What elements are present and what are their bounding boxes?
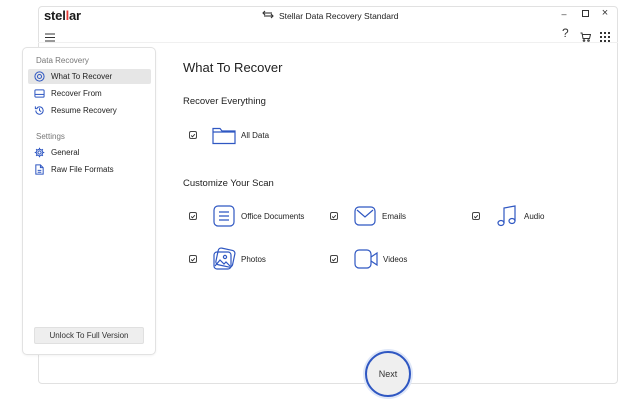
audio-checkbox[interactable] <box>472 212 480 220</box>
sidebar-section-data-recovery: Data Recovery <box>36 56 89 65</box>
unlock-full-version-button[interactable]: Unlock To Full Version <box>34 327 144 344</box>
folder-icon <box>212 125 236 145</box>
window-title: Stellar Data Recovery Standard <box>262 10 399 21</box>
apps-grid-icon[interactable] <box>600 29 610 47</box>
history-icon <box>34 106 44 115</box>
sidebar-item-resume-recovery[interactable]: Resume Recovery <box>28 103 151 118</box>
minimize-button[interactable]: – <box>557 9 571 19</box>
sidebar-item-label: General <box>51 148 80 157</box>
office-documents-label: Office Documents <box>241 212 305 221</box>
gear-icon <box>34 147 45 158</box>
sidebar-item-recover-from[interactable]: Recover From <box>28 86 151 101</box>
emails-label: Emails <box>382 212 407 221</box>
sidebar-item-label: Raw File Formats <box>51 165 114 174</box>
help-icon[interactable]: ? <box>562 26 569 40</box>
document-icon <box>213 205 235 227</box>
toolbar-divider <box>38 42 618 43</box>
videos-label: Videos <box>383 255 408 264</box>
sidebar-item-general[interactable]: General <box>28 145 151 160</box>
file-formats-icon <box>35 164 44 175</box>
hamburger-menu-icon[interactable] <box>45 29 55 47</box>
drive-icon <box>34 89 45 98</box>
all-data-checkbox[interactable] <box>189 131 197 139</box>
sidebar-section-settings: Settings <box>36 132 65 141</box>
video-camera-icon <box>354 249 378 269</box>
maximize-button[interactable] <box>578 10 592 19</box>
photos-label: Photos <box>241 255 266 264</box>
all-data-label: All Data <box>241 131 270 140</box>
customize-scan-heading: Customize Your Scan <box>183 178 274 189</box>
sidebar-item-label: What To Recover <box>51 72 113 81</box>
window-title-text: Stellar Data Recovery Standard <box>279 10 399 21</box>
sidebar-item-what-to-recover[interactable]: What To Recover <box>28 69 151 84</box>
envelope-icon <box>354 206 376 226</box>
target-icon <box>34 71 45 82</box>
page-title: What To Recover <box>183 60 283 75</box>
close-button[interactable]: × <box>598 7 612 19</box>
sidebar-item-label: Resume Recovery <box>51 106 117 115</box>
music-note-icon <box>497 205 517 227</box>
sidebar-item-label: Recover From <box>51 89 102 98</box>
swap-arrows-icon <box>262 10 274 21</box>
videos-checkbox[interactable] <box>330 255 338 263</box>
next-button[interactable]: Next <box>365 351 411 397</box>
audio-label: Audio <box>524 212 545 221</box>
sidebar-item-raw-file-formats[interactable]: Raw File Formats <box>28 162 151 177</box>
office-documents-checkbox[interactable] <box>189 212 197 220</box>
photos-checkbox[interactable] <box>189 255 197 263</box>
photos-icon <box>212 247 236 271</box>
cart-icon[interactable] <box>580 29 592 47</box>
stellar-logo: stellar <box>44 8 81 23</box>
recover-everything-heading: Recover Everything <box>183 96 266 107</box>
emails-checkbox[interactable] <box>330 212 338 220</box>
